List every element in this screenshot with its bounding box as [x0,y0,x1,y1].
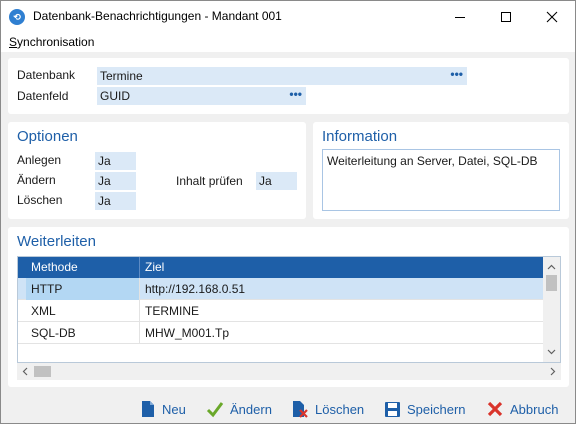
menu-synchronisation[interactable]: Synchronisation [9,35,94,49]
scroll-down-icon [547,349,556,355]
datenbank-browse-button[interactable]: ••• [450,67,463,82]
row-methode: HTTP [31,282,63,296]
information-title: Information [322,128,398,145]
close-icon [546,11,558,22]
optionen-panel: Optionen Anlegen Ja Ändern Ja Löschen Ja… [8,122,306,219]
row-methode: XML [31,304,56,318]
horizontal-scroll-thumb[interactable] [34,366,51,377]
cancel-icon [487,401,503,417]
scroll-right-icon [550,367,556,376]
datenbank-field[interactable]: Termine ••• [97,67,467,85]
row-methode: SQL-DB [31,326,76,340]
row-ziel: http://192.168.0.51 [145,282,246,296]
scroll-left-icon [22,367,28,376]
optionen-title: Optionen [17,128,78,145]
menu-mnemonic: S [9,35,18,49]
speichern-button[interactable]: Speichern [384,399,466,419]
loeschen-label: Löschen [17,193,63,207]
inhalt-pruefen-field[interactable]: Ja [256,172,297,190]
loeschen-button-label: Löschen [315,401,365,417]
delete-document-icon [293,401,308,418]
column-divider[interactable] [139,257,140,278]
anlegen-field[interactable]: Ja [95,152,136,170]
table-row[interactable]: HTTP http://192.168.0.51 [18,278,544,300]
datenfeld-label: Datenfeld [17,89,69,103]
loeschen-field[interactable]: Ja [95,192,136,210]
anlegen-label: Anlegen [17,153,62,167]
aendern-label: Ändern [17,173,56,187]
window-title: Datenbank-Benachrichtigungen - Mandant 0… [33,9,282,23]
cell-divider [139,322,140,344]
new-document-icon [142,401,154,417]
information-text: Weiterleitung an Server, Datei, SQL-DB [322,149,560,211]
checkmark-icon [206,402,224,418]
neu-label: Neu [162,401,186,417]
aendern-field[interactable]: Ja [95,172,136,190]
maximize-icon [501,11,511,22]
datenfeld-value: GUID [100,89,130,103]
cell-divider [139,278,140,300]
table-row[interactable]: SQL-DB MHW_M001.Tp [18,322,544,344]
app-logo-icon: ⟲ [9,9,25,25]
cell-divider [139,300,140,322]
aendern-button-label: Ändern [230,401,272,417]
save-icon [385,401,400,417]
datenbank-label: Datenbank [17,68,76,82]
close-button[interactable] [529,1,575,32]
row-ziel: TERMINE [145,304,199,318]
minimize-icon [455,16,465,18]
datenfeld-field[interactable]: GUID ••• [97,87,306,105]
vertical-scrollbar[interactable] [543,257,560,362]
minimize-button[interactable] [437,1,483,32]
neu-button[interactable]: Neu [140,399,186,419]
vertical-scroll-thumb[interactable] [546,275,557,291]
abbruch-label: Abbruch [510,401,559,417]
column-header-methode[interactable]: Methode [31,260,78,274]
speichern-label: Speichern [407,401,466,417]
weiterleiten-title: Weiterleiten [17,233,96,250]
datenbank-value: Termine [100,69,143,83]
grid-header: Methode Ziel [18,257,544,278]
aendern-button[interactable]: Ändern [206,399,272,419]
database-panel: Datenbank Termine ••• Datenfeld GUID ••• [8,58,569,114]
column-header-ziel[interactable]: Ziel [145,260,164,274]
loeschen-button[interactable]: Löschen [291,399,364,419]
abbruch-button[interactable]: Abbruch [486,399,558,419]
maximize-button[interactable] [483,1,529,32]
app-window: ⟲ Datenbank-Benachrichtigungen - Mandant… [0,0,576,424]
row-ziel: MHW_M001.Tp [145,326,230,340]
table-row[interactable]: XML TERMINE [18,300,544,322]
title-bar: ⟲ Datenbank-Benachrichtigungen - Mandant… [1,1,575,32]
scroll-up-icon [547,264,556,270]
menu-bar: Synchronisation [1,32,575,52]
menu-label-rest: ynchronisation [17,35,95,49]
inhalt-pruefen-label: Inhalt prüfen [176,174,243,188]
weiterleiten-grid[interactable]: Methode Ziel HTTP http://192.168.0.51 XM… [17,256,561,363]
datenfeld-browse-button[interactable]: ••• [289,87,302,102]
horizontal-scrollbar[interactable] [17,363,561,380]
